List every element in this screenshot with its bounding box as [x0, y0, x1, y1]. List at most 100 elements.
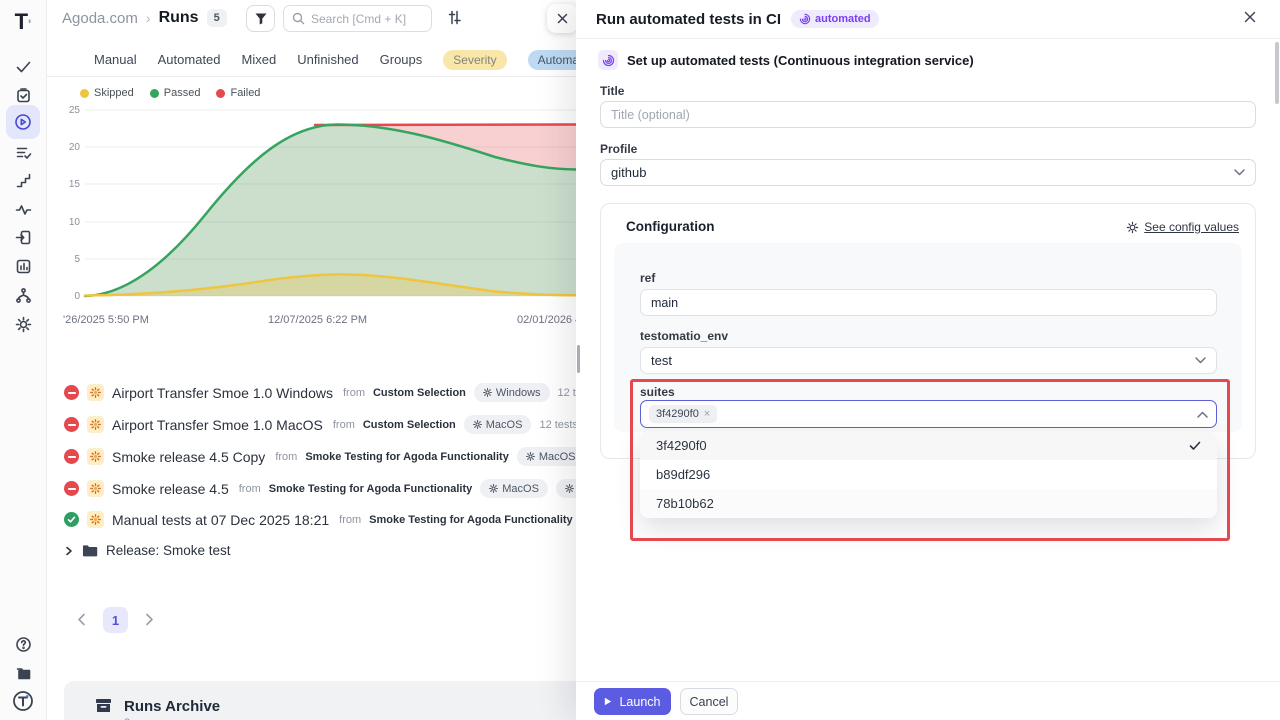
chevron-right-icon[interactable] — [64, 546, 74, 556]
run-row[interactable]: Airport Transfer Smoe 1.0 MacOS from Cus… — [64, 415, 576, 434]
suite-option[interactable]: 78b10b62 — [640, 489, 1217, 518]
suite-option[interactable]: 3f4290f0 — [640, 431, 1217, 460]
filter-button[interactable] — [246, 5, 275, 32]
run-row[interactable]: Manual tests at 07 Dec 2025 18:21 from S… — [64, 511, 576, 528]
chevron-down-icon — [1234, 169, 1245, 176]
library-button[interactable] — [6, 658, 40, 688]
sidebar-item-branches[interactable] — [6, 280, 40, 310]
breadcrumb-separator-icon: › — [146, 10, 151, 26]
svg-text:5: 5 — [74, 254, 80, 265]
from-label: from — [343, 387, 365, 399]
run-title[interactable]: Manual tests at 07 Dec 2025 18:21 — [112, 512, 329, 528]
status-failed-icon — [64, 417, 79, 432]
status-passed-icon — [64, 512, 79, 527]
spark-icon — [87, 384, 104, 401]
spiral-icon — [799, 13, 811, 25]
run-group-row[interactable]: Release: Smoke test — [64, 543, 231, 558]
testomat-badge-icon — [12, 690, 34, 712]
view-options-button[interactable] — [446, 9, 463, 26]
run-title[interactable]: Smoke release 4.5 Copy — [112, 449, 265, 465]
sidebar-item-reports[interactable] — [6, 251, 40, 281]
archive-box-icon — [94, 696, 113, 715]
drawer-header: Run automated tests in CI automated — [576, 0, 1280, 39]
see-config-values-link[interactable]: See config values — [1126, 220, 1239, 234]
suite-option[interactable]: b89df296 — [640, 460, 1217, 489]
suites-multiselect[interactable]: 3f4290f0 × — [640, 400, 1217, 428]
configuration-heading: Configuration — [626, 219, 714, 234]
run-title[interactable]: Airport Transfer Smoe 1.0 MacOS — [112, 417, 323, 433]
sidebar-item-settings[interactable] — [6, 309, 40, 339]
tab-groups[interactable]: Groups — [380, 52, 423, 67]
drawer-close-button[interactable] — [1244, 11, 1256, 23]
breadcrumb-project[interactable]: Agoda.com — [62, 10, 138, 27]
run-title[interactable]: Airport Transfer Smoe 1.0 Windows — [112, 385, 333, 401]
search-input[interactable] — [311, 12, 421, 26]
clipboard-check-icon — [15, 87, 32, 104]
svg-text:0: 0 — [74, 291, 80, 302]
help-button[interactable] — [6, 629, 40, 659]
sidebar-item-import[interactable] — [6, 222, 40, 252]
app-logo[interactable]: T' — [6, 7, 40, 37]
run-row[interactable]: Smoke release 4.5 Copy from Smoke Testin… — [64, 447, 576, 466]
spiral-badge-icon — [598, 50, 618, 70]
gear-icon — [483, 388, 492, 397]
tab-unfinished[interactable]: Unfinished — [297, 52, 358, 67]
testomatio-env-select[interactable]: test — [640, 347, 1217, 374]
breadcrumb: Agoda.com › Runs 5 — [62, 9, 227, 27]
spark-icon — [87, 416, 104, 433]
drawer-edge-close-button[interactable] — [547, 4, 576, 33]
pagination-prev-button[interactable] — [77, 613, 86, 626]
skipped-dot-icon — [80, 89, 89, 98]
from-label: from — [333, 419, 355, 431]
report-icon — [15, 258, 32, 275]
legend-passed[interactable]: Passed — [150, 87, 201, 99]
ref-input[interactable] — [640, 289, 1217, 316]
env-pill: Windows — [474, 383, 550, 402]
cancel-button[interactable]: Cancel — [680, 688, 738, 715]
run-source: Smoke Testing for Agoda Functionality — [269, 483, 473, 495]
legend-skipped[interactable]: Skipped — [80, 87, 134, 99]
sidebar: T' — [0, 0, 47, 720]
account-badge[interactable] — [6, 686, 40, 716]
search-icon — [292, 12, 305, 25]
sidebar-item-tests[interactable] — [6, 51, 40, 81]
check-icon — [1189, 441, 1201, 451]
passed-dot-icon — [150, 89, 159, 98]
x-tick-center: 12/07/2025 6:22 PM — [268, 314, 367, 326]
close-icon — [557, 13, 568, 24]
run-row[interactable]: Airport Transfer Smoe 1.0 Windows from C… — [64, 383, 576, 402]
gear-icon — [1126, 221, 1139, 234]
run-row[interactable]: Smoke release 4.5 from Smoke Testing for… — [64, 479, 576, 498]
severity-filter-badge[interactable]: Severity — [443, 50, 506, 70]
main-scrollbar[interactable] — [577, 345, 580, 373]
panel-scrollbar[interactable] — [1275, 42, 1279, 104]
sidebar-item-runs[interactable] — [6, 105, 40, 139]
tab-mixed[interactable]: Mixed — [242, 52, 277, 67]
status-failed-icon — [64, 449, 79, 464]
run-title[interactable]: Smoke release 4.5 — [112, 481, 229, 497]
tab-manual[interactable]: Manual — [94, 52, 137, 67]
sidebar-item-milestones[interactable] — [6, 165, 40, 195]
env-pill: MacOS — [517, 447, 576, 466]
legend-failed[interactable]: Failed — [216, 87, 260, 99]
remove-tag-icon[interactable]: × — [704, 408, 710, 420]
runs-archive-panel[interactable]: Runs Archive 8 runs — [64, 681, 576, 720]
breadcrumb-page[interactable]: Runs — [159, 9, 199, 27]
chevron-up-icon[interactable] — [1197, 411, 1208, 418]
import-icon — [15, 229, 32, 246]
search-box[interactable] — [283, 5, 432, 32]
pagination-page-1[interactable]: 1 — [103, 607, 128, 633]
group-title[interactable]: Release: Smoke test — [106, 543, 231, 558]
from-label: from — [239, 483, 261, 495]
automatable-filter-badge[interactable]: Automatable — [528, 50, 576, 70]
pagination-next-button[interactable] — [145, 613, 154, 626]
archive-title: Runs Archive — [124, 698, 220, 715]
launch-button[interactable]: Launch — [594, 688, 671, 715]
runs-count-badge: 5 — [207, 9, 227, 27]
sidebar-item-analytics[interactable] — [6, 194, 40, 224]
list-check-icon — [15, 144, 32, 161]
profile-select[interactable]: github — [600, 159, 1256, 186]
sidebar-item-checklists[interactable] — [6, 137, 40, 167]
title-input[interactable] — [600, 101, 1256, 128]
tab-automated[interactable]: Automated — [158, 52, 221, 67]
